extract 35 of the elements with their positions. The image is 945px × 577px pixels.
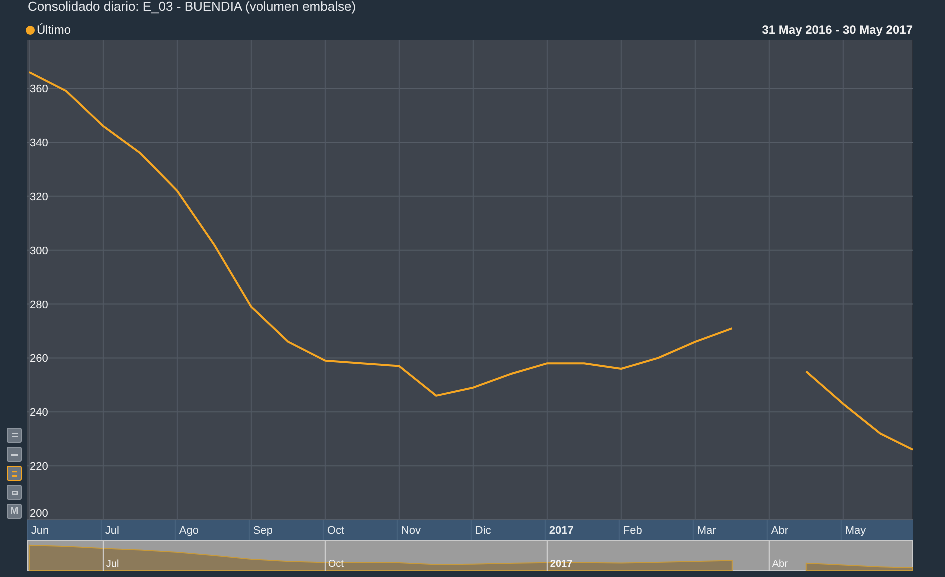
x-tick-label: Oct: [327, 525, 345, 537]
x-tick-label: May: [845, 525, 866, 537]
legend-item[interactable]: Último: [26, 23, 72, 37]
zoom-button[interactable]: [7, 447, 22, 462]
zoom-icon: [12, 433, 18, 438]
zoom-icon: [12, 490, 18, 494]
x-tick-label: Sep: [253, 525, 273, 537]
x-tick-label: Ago: [179, 525, 199, 537]
x-tick-label: 2017: [549, 525, 574, 537]
x-tick-label: Jun: [31, 525, 50, 537]
zoom-button[interactable]: [7, 485, 22, 500]
zoom-button[interactable]: [7, 466, 22, 481]
x-tick-label: Feb: [623, 525, 642, 537]
y-tick-label: 240: [30, 407, 48, 420]
y-tick-label: 360: [30, 84, 48, 96]
y-tick-label: 300: [30, 245, 48, 258]
y-tick-label: 280: [30, 299, 48, 312]
navigator-label: 2017: [550, 559, 573, 570]
y-tick-label: 260: [30, 353, 48, 366]
y-tick-label: 220: [30, 461, 48, 474]
navigator-label: Abr: [772, 559, 788, 570]
zoom-button[interactable]: [7, 428, 22, 443]
y-tick-label: 200: [30, 508, 48, 520]
x-tick-label: Dic: [475, 525, 492, 537]
x-tick-label: Abr: [771, 525, 789, 537]
navigator-label: Jul: [106, 559, 120, 570]
chart-title: Consolidado diario: E_03 - BUENDIA (volumen embalse): [27, 0, 358, 16]
zoom-icon: [12, 470, 17, 476]
x-tick-label: Mar: [697, 525, 716, 537]
date-range: 31 May 2016 - 30 May 2017: [762, 23, 913, 37]
y-tick-label: 340: [30, 137, 48, 150]
x-tick-label: Jul: [105, 525, 120, 537]
navigator-label: Oct: [328, 559, 344, 570]
x-tick-label: Nov: [401, 525, 421, 537]
y-tick-label: 320: [30, 191, 48, 204]
